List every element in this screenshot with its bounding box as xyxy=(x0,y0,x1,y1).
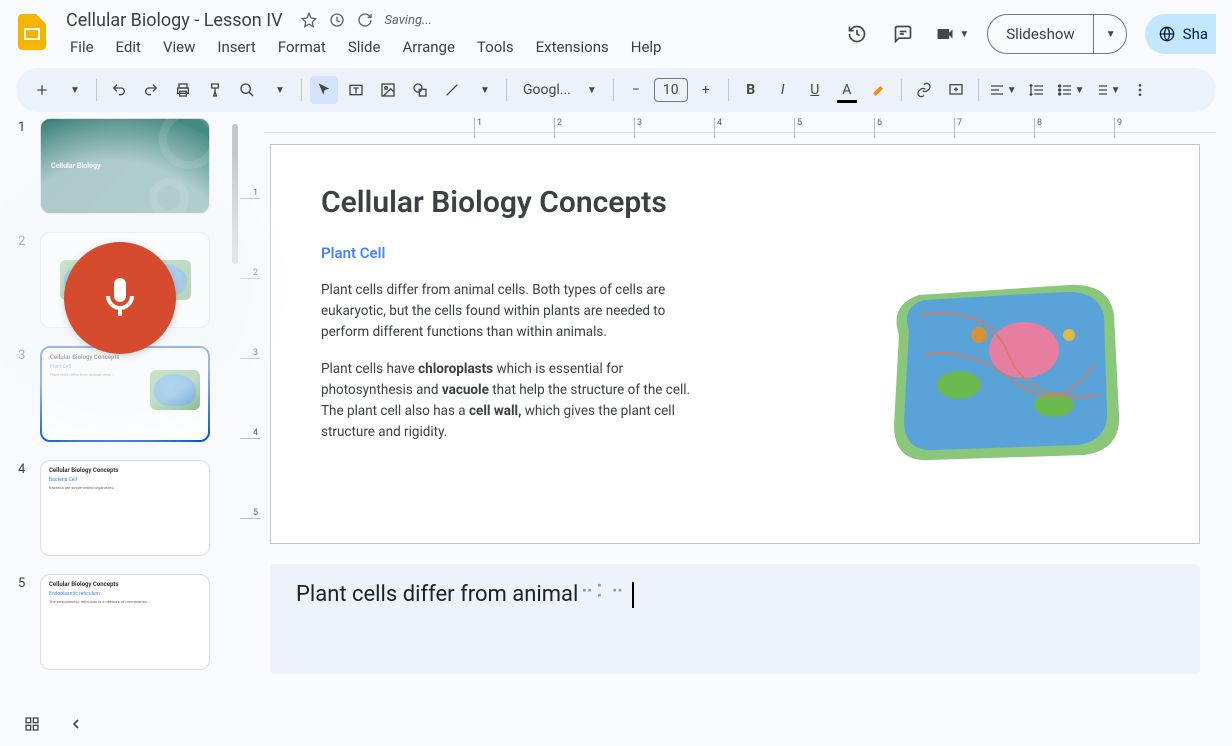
slide-thumb-5[interactable]: Cellular Biology Concepts Endoplasmic re… xyxy=(40,574,210,670)
filmstrip-scrollbar[interactable] xyxy=(232,124,238,264)
notes-text[interactable]: Plant cells differ from animal xyxy=(296,582,578,607)
slide-number: 1 xyxy=(18,118,30,135)
slide-para-2[interactable]: Plant cells have chloroplasts which is e… xyxy=(321,359,701,443)
collapse-button[interactable] xyxy=(68,716,84,736)
slide-number: 4 xyxy=(18,460,30,477)
link-button[interactable] xyxy=(910,76,938,104)
share-label: Sha xyxy=(1183,25,1208,43)
image-button[interactable] xyxy=(374,76,402,104)
move-icon[interactable] xyxy=(329,12,345,28)
bulleted-list-button[interactable]: ▼ xyxy=(1055,76,1087,104)
slideshow-label[interactable]: Slideshow xyxy=(988,15,1093,53)
slide-number: 2 xyxy=(18,232,30,249)
meet-button[interactable]: ▼ xyxy=(935,24,969,44)
menu-arrange[interactable]: Arrange xyxy=(392,34,464,60)
menu-insert[interactable]: Insert xyxy=(207,34,265,60)
underline-button[interactable]: U xyxy=(801,76,829,104)
menu-help[interactable]: Help xyxy=(621,34,672,60)
title-bar: Cellular Biology - Lesson IV Saving... F… xyxy=(0,0,1232,64)
paint-format-button[interactable] xyxy=(201,76,229,104)
share-button[interactable]: Sha xyxy=(1145,14,1216,54)
history-icon[interactable] xyxy=(843,20,871,48)
menu-bar: File Edit View Insert Format Slide Arran… xyxy=(60,34,671,60)
speaker-notes[interactable]: Plant cells differ from animal⠒⠅⠒ xyxy=(270,564,1200,674)
menu-slide[interactable]: Slide xyxy=(338,34,391,60)
slideshow-button[interactable]: Slideshow ▼ xyxy=(987,14,1126,54)
filmstrip[interactable]: 1 Cellular Biology 2 3 Cellular Biology … xyxy=(0,118,240,746)
line-spacing-button[interactable] xyxy=(1023,76,1051,104)
slide-thumb-1[interactable]: Cellular Biology xyxy=(40,118,210,214)
align-button[interactable]: ▼ xyxy=(987,76,1019,104)
font-size-input[interactable]: 10 xyxy=(654,78,688,102)
menu-extensions[interactable]: Extensions xyxy=(526,34,619,60)
line-button[interactable] xyxy=(438,76,466,104)
undo-button[interactable] xyxy=(105,76,133,104)
voice-typing-button[interactable] xyxy=(64,242,176,354)
toolbar: ▼ ▼ ▼ Googl... ▼ − 10 + B I U A ▼ ▼ ▼ xyxy=(16,68,1216,112)
highlight-button[interactable] xyxy=(865,76,893,104)
add-comment-button[interactable] xyxy=(942,76,970,104)
doc-title[interactable]: Cellular Biology - Lesson IV xyxy=(60,8,289,33)
new-slide-button[interactable] xyxy=(28,76,56,104)
text-color-button[interactable]: A xyxy=(833,76,861,104)
font-family-select[interactable]: Googl... xyxy=(523,82,571,98)
print-button[interactable] xyxy=(169,76,197,104)
plant-cell-image[interactable] xyxy=(869,255,1139,475)
zoom-dropdown[interactable]: ▼ xyxy=(265,76,293,104)
menu-format[interactable]: Format xyxy=(268,34,336,60)
grid-view-button[interactable] xyxy=(24,716,40,736)
slide-number: 3 xyxy=(18,346,30,363)
slide-canvas[interactable]: Cellular Biology Concepts Plant Cell Pla… xyxy=(270,144,1200,544)
slides-logo[interactable] xyxy=(12,12,52,52)
more-options-button[interactable] xyxy=(1126,76,1154,104)
text-cursor xyxy=(632,582,634,608)
slide-number: 5 xyxy=(18,574,30,591)
cloud-status-icon[interactable] xyxy=(357,12,373,28)
select-tool[interactable] xyxy=(310,76,338,104)
footer xyxy=(24,716,84,736)
vertical-ruler: 1 2 3 4 5 xyxy=(240,118,264,746)
slideshow-dropdown[interactable]: ▼ xyxy=(1094,15,1126,53)
horizontal-ruler: 1 2 3 4 5 6 7 8 9 xyxy=(264,118,1216,138)
menu-view[interactable]: View xyxy=(153,34,205,60)
font-dropdown-icon[interactable]: ▼ xyxy=(587,85,597,96)
numbered-list-button[interactable]: ▼ xyxy=(1091,76,1123,104)
zoom-button[interactable] xyxy=(233,76,261,104)
saving-status: Saving... xyxy=(385,13,432,28)
menu-tools[interactable]: Tools xyxy=(467,34,524,60)
line-dropdown[interactable]: ▼ xyxy=(470,76,498,104)
slide-title[interactable]: Cellular Biology Concepts xyxy=(321,185,1149,220)
dictation-dots-icon: ⠒⠅⠒ xyxy=(580,582,626,603)
slide-thumb-3[interactable]: Cellular Biology Concepts Plant Cell Pla… xyxy=(40,346,210,442)
redo-button[interactable] xyxy=(137,76,165,104)
italic-button[interactable]: I xyxy=(769,76,797,104)
shape-button[interactable] xyxy=(406,76,434,104)
bold-button[interactable]: B xyxy=(737,76,765,104)
star-icon[interactable] xyxy=(301,12,317,28)
increase-font-button[interactable]: + xyxy=(692,76,720,104)
comments-icon[interactable] xyxy=(889,20,917,48)
new-slide-dropdown[interactable]: ▼ xyxy=(60,76,88,104)
textbox-button[interactable] xyxy=(342,76,370,104)
slide-thumb-4[interactable]: Cellular Biology Concepts Bacteria Cell … xyxy=(40,460,210,556)
menu-edit[interactable]: Edit xyxy=(106,34,151,60)
menu-file[interactable]: File xyxy=(60,34,104,60)
decrease-font-button[interactable]: − xyxy=(622,76,650,104)
slide-para-1[interactable]: Plant cells differ from animal cells. Bo… xyxy=(321,280,701,343)
